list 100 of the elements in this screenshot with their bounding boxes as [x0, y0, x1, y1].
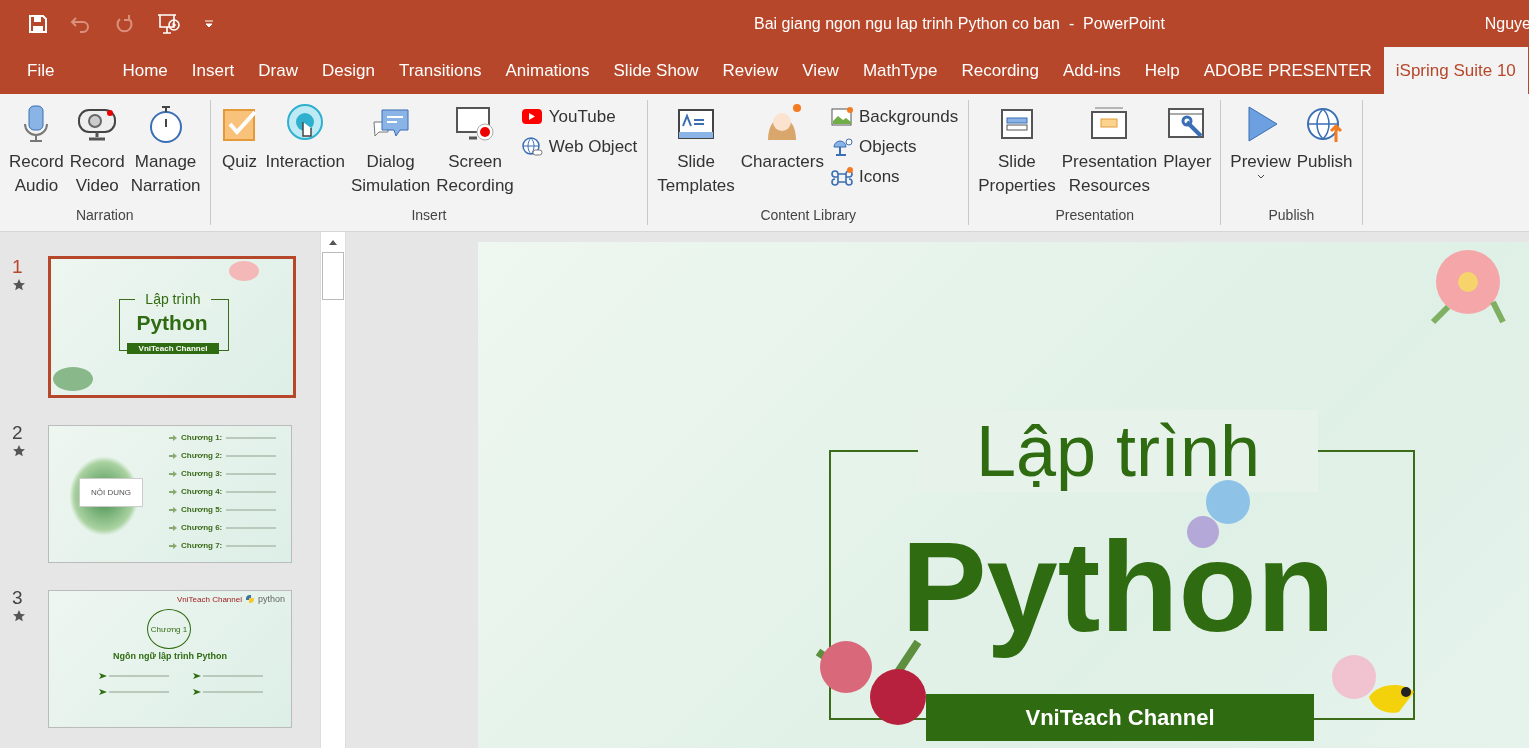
- arrow-icon: [169, 471, 177, 477]
- ribbon-tab[interactable]: Help: [1132, 47, 1192, 94]
- window-title: Bai giang ngon ngu lap trinh Python co ban - PowerPoint: [753, 14, 1166, 33]
- ribbon-button[interactable]: Slide Properties: [975, 100, 1059, 202]
- text-line-drawing: [203, 691, 263, 693]
- arrow-icon: [169, 453, 177, 459]
- ribbon-button[interactable]: Characters: [737, 100, 827, 178]
- ribbon-button[interactable]: Quiz: [216, 100, 263, 178]
- ribbon-tab[interactable]: File: [0, 47, 111, 94]
- channel-banner: VniTeach Channel: [127, 343, 219, 354]
- ribbon-button[interactable]: Slide Templates: [654, 100, 738, 202]
- arrow-icon: [169, 507, 177, 513]
- ribbon-tab[interactable]: Transitions: [386, 47, 494, 94]
- ribbon-button[interactable]: Preview: [1227, 100, 1294, 183]
- ribbon-button[interactable]: Manage Narration: [127, 100, 204, 202]
- group-label: Insert: [411, 207, 447, 225]
- text-line-drawing: [109, 675, 169, 677]
- agenda-title: NỘI DUNG: [79, 478, 143, 507]
- ribbon-tab[interactable]: iSpring Suite 10: [1383, 47, 1528, 94]
- chapter-label: Chương 2:: [181, 450, 223, 462]
- chapter-label: Chương 6:: [181, 522, 223, 534]
- star-icon: [12, 278, 26, 291]
- text-line-drawing: [226, 455, 277, 457]
- scrollbar[interactable]: [320, 232, 346, 748]
- ribbon-button[interactable]: Web Object: [516, 134, 642, 160]
- chapter-label: Chương 7:: [181, 540, 223, 552]
- ribbon-tab[interactable]: Home: [110, 47, 180, 94]
- arrow-icon: [193, 689, 201, 695]
- text-line-drawing: [226, 545, 277, 547]
- ribbon-button[interactable]: Player: [1160, 100, 1215, 178]
- ribbon-tab[interactable]: Recording: [949, 47, 1052, 94]
- lamp-icon: [830, 137, 853, 157]
- group-label: Narration: [75, 207, 134, 225]
- chapter-label: Chương 1:: [181, 432, 223, 444]
- group-label: Publish: [1268, 207, 1315, 225]
- text-line-drawing: [226, 509, 277, 511]
- arrow-icon: [169, 525, 177, 531]
- scroll-up-icon[interactable]: [328, 238, 338, 246]
- chapter-label: Chương 3:: [181, 468, 223, 480]
- text-line-drawing: [226, 491, 277, 493]
- ribbon-button[interactable]: Record Audio: [6, 100, 67, 202]
- scroll-thumb[interactable]: [322, 252, 344, 300]
- slide-number: 2: [12, 422, 23, 444]
- video-play-icon: [520, 107, 543, 127]
- monitor-icon: [455, 104, 496, 144]
- flower-drawing: [229, 261, 259, 281]
- ribbon-button[interactable]: Presentation Resources: [1058, 100, 1161, 202]
- text-line-drawing: [226, 473, 277, 475]
- ribbon-tab[interactable]: Review: [710, 47, 791, 94]
- presentation-icon[interactable]: [156, 12, 182, 35]
- ribbon-button[interactable]: Record Video: [66, 100, 128, 202]
- ribbon-tab[interactable]: MathType: [850, 47, 950, 94]
- slide-title: Ngôn ngữ lập trình Python: [112, 651, 228, 661]
- flower-drawing: [53, 367, 93, 391]
- ribbon-button[interactable]: Publish: [1293, 100, 1356, 178]
- ribbon-button[interactable]: Objects: [826, 134, 963, 160]
- ribbon-tab[interactable]: ADOBE PRESENTER: [1191, 47, 1384, 94]
- arrow-icon: [193, 673, 201, 679]
- ribbon-tab[interactable]: Design: [309, 47, 387, 94]
- slide-thumbnail[interactable]: Lập trình Python VniTeach Channel: [48, 256, 296, 398]
- arrow-icon: [99, 673, 107, 679]
- ribbon-tab[interactable]: Add-ins: [1051, 47, 1133, 94]
- star-icon: [12, 444, 26, 457]
- slide-thumbnail[interactable]: NỘI DUNG Chương 1: Chương 2: Chương 3: Chương 4: Chương 5: Chương 6: Chương 7:: [48, 425, 292, 563]
- slide-title: Lập trình: [918, 410, 1318, 492]
- ribbon-tab[interactable]: Slide Show: [601, 47, 711, 94]
- ribbon-tab[interactable]: Animations: [493, 47, 602, 94]
- arrow-icon: [169, 435, 177, 441]
- slide-title: Lập trình: [135, 291, 211, 307]
- slide-subtitle: Python: [135, 311, 209, 335]
- chapter-label: Chương 4:: [181, 486, 223, 498]
- slide-number: 1: [12, 256, 23, 278]
- caret-icon: [1256, 174, 1265, 179]
- ribbon-button[interactable]: Screen Recording: [433, 100, 517, 202]
- globe-icon: [520, 137, 543, 157]
- slide-subtitle: Python: [900, 517, 1336, 658]
- group-label: Presentation: [1055, 207, 1135, 225]
- arrow-icon: [169, 543, 177, 549]
- caret-icon[interactable]: [204, 19, 214, 28]
- arrow-icon: [99, 689, 107, 695]
- slide-thumbnail[interactable]: VniTeach Channel python Chương 1 Ngôn ngữ lập trình Python: [48, 590, 292, 728]
- ribbon-tab[interactable]: View: [790, 47, 851, 94]
- channel-name: VniTeach Channel: [177, 594, 242, 604]
- ribbon-button[interactable]: YouTube: [516, 104, 642, 130]
- ribbon-tab[interactable]: Draw: [246, 47, 310, 94]
- star-icon: [12, 609, 26, 622]
- snake-logo-icon: [244, 594, 255, 604]
- chapter-label: Chương 5:: [181, 504, 223, 516]
- ribbon-button[interactable]: Icons: [826, 164, 963, 190]
- ribbon-tab[interactable]: Insert: [179, 47, 247, 94]
- text-line-drawing: [109, 691, 169, 693]
- slide-number: 3: [12, 587, 23, 609]
- text-line-drawing: [226, 527, 277, 529]
- save-icon[interactable]: [28, 13, 48, 34]
- ribbon-button[interactable]: Interaction: [262, 100, 348, 178]
- ribbon-button[interactable]: Backgrounds: [826, 104, 963, 130]
- text-line-drawing: [203, 675, 263, 677]
- text-line-drawing: [226, 437, 277, 439]
- landscape-icon: [830, 107, 853, 127]
- ribbon-button[interactable]: Dialog Simulation: [347, 100, 434, 202]
